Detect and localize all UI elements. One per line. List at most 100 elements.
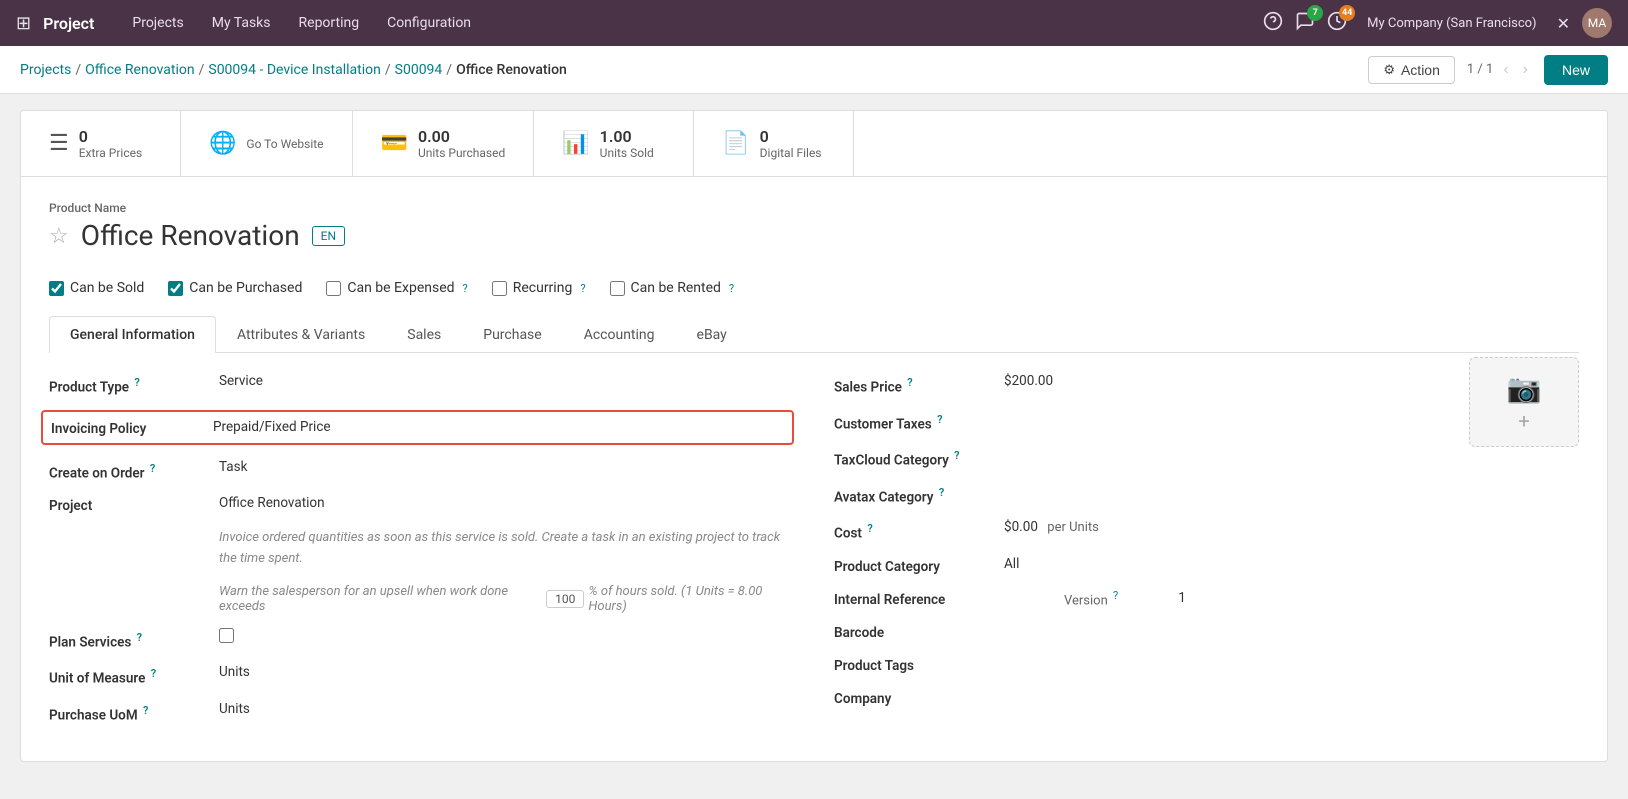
- expensed-help-icon: ?: [463, 282, 468, 295]
- version-help-icon: ?: [1113, 589, 1118, 602]
- nav-my-tasks[interactable]: My Tasks: [202, 11, 281, 35]
- plan-services-checkbox[interactable]: [219, 628, 234, 643]
- units-purchased-number: 0.00: [418, 127, 505, 146]
- warn-text: Warn the salesperson for an upsell when …: [219, 584, 542, 614]
- support-icon[interactable]: [1263, 11, 1283, 36]
- breadcrumb-s00094[interactable]: S00094: [395, 62, 443, 78]
- camera-icon: 📷: [1507, 372, 1542, 405]
- nav-projects[interactable]: Projects: [122, 11, 193, 35]
- recurring-checkbox[interactable]: Recurring?: [492, 280, 586, 296]
- digital-files-number: 0: [760, 127, 822, 146]
- product-image-placeholder[interactable]: 📷 +: [1469, 357, 1579, 447]
- cost-help-icon: ?: [867, 522, 872, 535]
- digital-files-label: Digital Files: [760, 146, 822, 160]
- rented-help-icon: ?: [729, 282, 734, 295]
- go-to-website-label: Go To Website: [246, 137, 323, 151]
- product-tags-row: Product Tags: [834, 655, 1579, 674]
- breadcrumb: Projects / Office Renovation / S00094 - …: [20, 62, 567, 78]
- plan-services-row: Plan Services ?: [49, 628, 794, 651]
- website-icon: 🌐: [209, 131, 236, 156]
- form-two-columns: Product Type ? Service Invoicing Policy …: [49, 373, 1579, 737]
- action-button[interactable]: ⚙ Action: [1368, 56, 1455, 84]
- tab-sales[interactable]: Sales: [386, 316, 462, 353]
- product-category-value[interactable]: All: [1004, 556, 1579, 572]
- purchase-uom-value[interactable]: Units: [219, 701, 794, 717]
- product-form: Product Name ☆ Office Renovation EN Can …: [21, 177, 1607, 761]
- warn-unit-text: % of hours sold. (1 Units = 8.00 Hours): [588, 584, 794, 614]
- warn-percent-badge[interactable]: 100: [546, 590, 584, 608]
- activity-badge: 44: [1339, 5, 1355, 21]
- form-left-column: Product Type ? Service Invoicing Policy …: [49, 373, 794, 737]
- tab-attributes-variants[interactable]: Attributes & Variants: [216, 316, 386, 353]
- tab-accounting[interactable]: Accounting: [563, 316, 676, 353]
- can-be-sold-checkbox[interactable]: Can be Sold: [49, 280, 144, 296]
- product-form-wrapper: Product Name ☆ Office Renovation EN Can …: [21, 177, 1607, 761]
- favorite-button[interactable]: ☆: [49, 223, 69, 249]
- language-badge[interactable]: EN: [312, 226, 345, 246]
- breadcrumb-projects[interactable]: Projects: [20, 62, 71, 78]
- units-sold-icon: 📊: [562, 131, 589, 156]
- nav-reporting[interactable]: Reporting: [289, 11, 370, 35]
- add-image-icon: +: [1518, 409, 1529, 433]
- can-be-rented-checkbox[interactable]: Can be Rented?: [610, 280, 735, 296]
- stat-extra-prices[interactable]: ☰ 0 Extra Prices: [21, 111, 181, 176]
- version-value[interactable]: 1: [1178, 590, 1186, 606]
- invoicing-policy-row: Invoicing Policy Prepaid/Fixed Price: [41, 410, 794, 445]
- can-be-purchased-checkbox[interactable]: Can be Purchased: [168, 280, 302, 296]
- tab-bar: General Information Attributes & Variant…: [49, 316, 1579, 353]
- stat-units-purchased[interactable]: 💳 0.00 Units Purchased: [353, 111, 535, 176]
- app-grid-icon[interactable]: ⊞: [16, 13, 31, 34]
- units-sold-number: 1.00: [600, 127, 654, 146]
- cost-value[interactable]: $0.00: [1004, 519, 1038, 535]
- breadcrumb-actions: ⚙ Action 1 / 1 ‹ › New: [1368, 55, 1608, 85]
- breadcrumb-device-installation[interactable]: S00094 - Device Installation: [208, 62, 380, 78]
- sales-price-help-icon: ?: [907, 376, 912, 389]
- recurring-help-icon: ?: [580, 282, 585, 295]
- nav-icons: 7 44 My Company (San Francisco) ✕ MA: [1263, 8, 1612, 38]
- product-category-row: Product Category All: [834, 556, 1579, 575]
- stat-go-to-website[interactable]: 🌐 Go To Website: [181, 111, 353, 176]
- extra-prices-icon: ☰: [49, 131, 69, 156]
- activity-icon[interactable]: 44: [1327, 11, 1347, 36]
- avatax-help-icon: ?: [939, 486, 944, 499]
- create-on-order-help-icon: ?: [150, 462, 155, 475]
- new-button[interactable]: New: [1544, 55, 1608, 85]
- project-row: Project Office Renovation: [49, 495, 794, 514]
- project-value[interactable]: Office Renovation: [219, 495, 794, 511]
- chat-icon[interactable]: 7: [1295, 11, 1315, 36]
- gear-icon: ⚙: [1383, 62, 1395, 78]
- unit-of-measure-value[interactable]: Units: [219, 664, 794, 680]
- stat-digital-files[interactable]: 📄 0 Digital Files: [694, 111, 854, 176]
- cost-per-unit: per Units: [1047, 520, 1099, 535]
- taxcloud-category-row: TaxCloud Category ?: [834, 446, 1579, 469]
- product-type-value[interactable]: Service: [219, 373, 794, 389]
- top-navigation: ⊞ Project Projects My Tasks Reporting Co…: [0, 0, 1628, 46]
- taxcloud-help-icon: ?: [954, 449, 959, 462]
- units-sold-label: Units Sold: [600, 146, 654, 160]
- description-text: Invoice ordered quantities as soon as th…: [219, 528, 794, 570]
- can-be-expensed-checkbox[interactable]: Can be Expensed?: [326, 280, 467, 296]
- prev-page-button[interactable]: ‹: [1499, 59, 1512, 81]
- breadcrumb-office-renovation[interactable]: Office Renovation: [85, 62, 194, 78]
- customer-taxes-row: Customer Taxes ?: [834, 410, 1579, 433]
- pagination: 1 / 1 ‹ ›: [1467, 59, 1532, 81]
- user-avatar[interactable]: MA: [1582, 8, 1612, 38]
- description-row: Invoice ordered quantities as soon as th…: [49, 528, 794, 570]
- product-type-help-icon: ?: [134, 376, 139, 389]
- stats-bar: ☰ 0 Extra Prices 🌐 Go To Website 💳 0.00 …: [21, 111, 1607, 177]
- tab-purchase[interactable]: Purchase: [462, 316, 562, 353]
- warn-row: Warn the salesperson for an upsell when …: [49, 584, 794, 614]
- app-name: Project: [43, 14, 94, 33]
- next-page-button[interactable]: ›: [1519, 59, 1532, 81]
- invoicing-policy-value[interactable]: Prepaid/Fixed Price: [213, 419, 784, 435]
- tab-general-information[interactable]: General Information: [49, 316, 216, 353]
- main-content: ☰ 0 Extra Prices 🌐 Go To Website 💳 0.00 …: [0, 94, 1628, 799]
- product-title: Office Renovation: [81, 219, 300, 252]
- stat-units-sold[interactable]: 📊 1.00 Units Sold: [534, 111, 694, 176]
- tab-ebay[interactable]: eBay: [676, 316, 748, 353]
- nav-configuration[interactable]: Configuration: [377, 11, 481, 35]
- close-icon[interactable]: ✕: [1557, 14, 1570, 33]
- product-header: Product Name ☆ Office Renovation EN: [49, 201, 1579, 264]
- create-on-order-value[interactable]: Task: [219, 459, 794, 475]
- chat-badge: 7: [1307, 5, 1323, 21]
